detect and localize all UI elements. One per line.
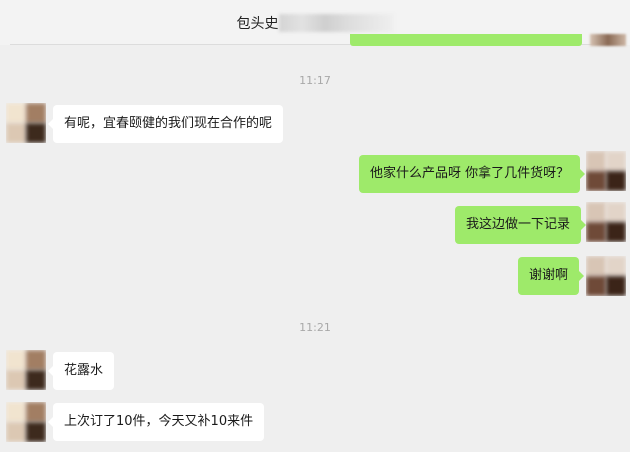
avatar[interactable]	[6, 103, 46, 143]
chat-title[interactable]: 包头史	[0, 13, 630, 33]
avatar[interactable]	[6, 402, 46, 442]
message-bubble[interactable]: 上次订了10件，今天又补10来件	[47, 403, 265, 441]
message-bubble[interactable]: 谢谢啊	[518, 257, 585, 295]
timestamp: 11:21	[299, 321, 331, 334]
message-bubble[interactable]: 有呢，宜春颐健的我们现在合作的呢	[47, 105, 284, 143]
contact-name: 包头史	[236, 16, 279, 32]
message-bubble[interactable]: 花露水	[47, 352, 115, 390]
previous-avatar-partial[interactable]	[590, 34, 626, 46]
avatar[interactable]	[586, 202, 626, 242]
avatar[interactable]	[586, 256, 626, 296]
avatar[interactable]	[6, 350, 46, 390]
timestamp: 11:17	[299, 74, 331, 87]
previous-message-bubble-partial[interactable]	[350, 34, 582, 46]
avatar[interactable]	[586, 151, 626, 191]
message-bubble[interactable]: 我这边做一下记录	[455, 206, 587, 244]
redacted-name-blur	[278, 14, 394, 32]
message-bubble[interactable]: 他家什么产品呀 你拿了几件货呀？	[359, 155, 586, 193]
